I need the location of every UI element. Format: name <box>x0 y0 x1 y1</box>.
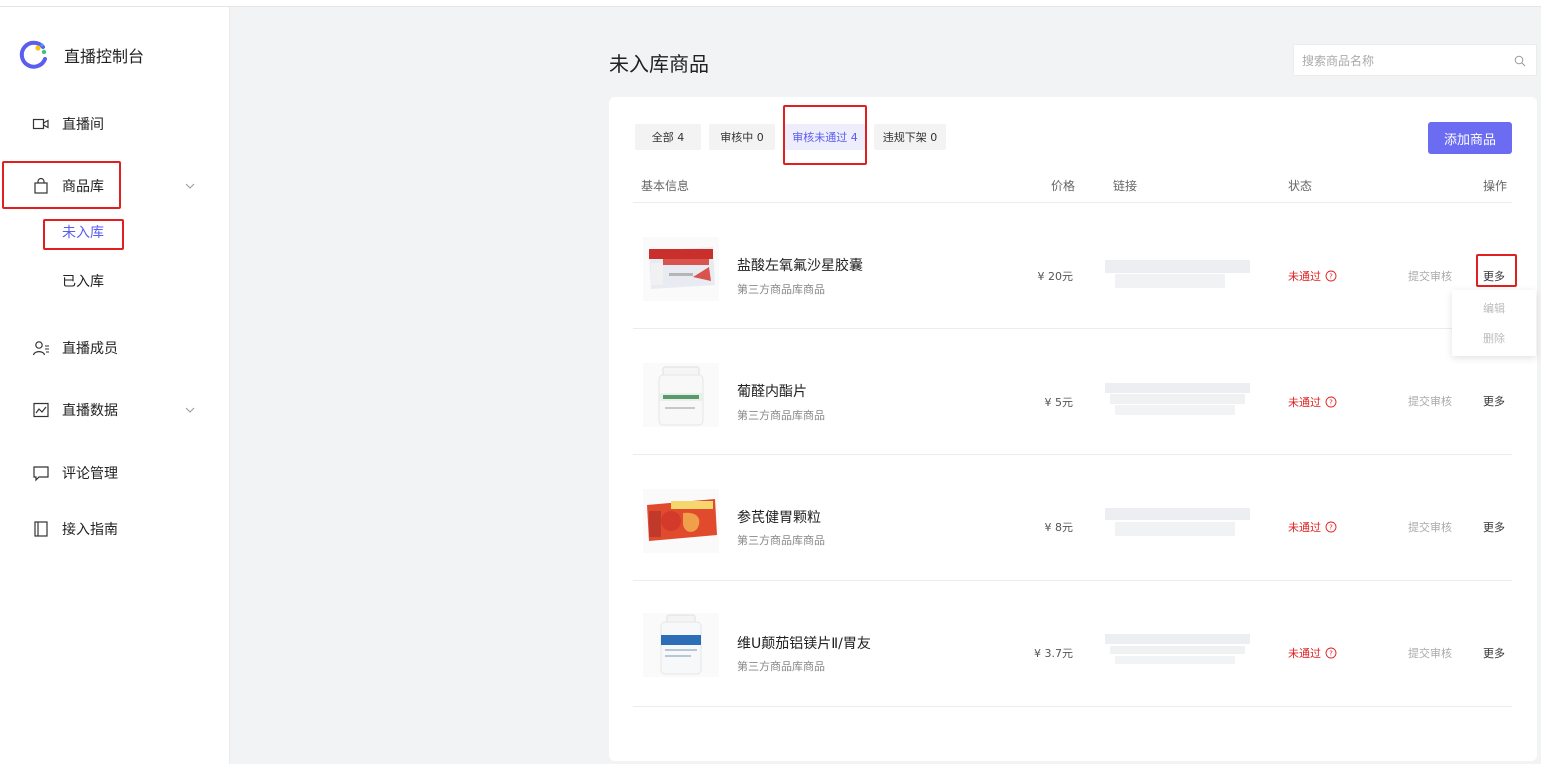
help-icon[interactable]: ? <box>1325 521 1337 533</box>
top-border <box>0 0 1541 7</box>
help-icon[interactable]: ? <box>1325 270 1337 282</box>
chevron-down-icon[interactable] <box>184 404 196 416</box>
help-icon[interactable]: ? <box>1325 396 1337 408</box>
sidebar-item-label: 直播成员 <box>62 341 118 357</box>
product-source: 第三方商品库商品 <box>737 283 825 296</box>
sidebar-item-guide[interactable]: 接入指南 <box>32 518 118 540</box>
status-label: 未通过 <box>1288 647 1321 660</box>
product-name[interactable]: 参芪健胃颗粒 <box>737 507 821 527</box>
status-rejected: 未通过 ? <box>1288 519 1337 535</box>
status-rejected: 未通过 ? <box>1288 645 1337 661</box>
more-button[interactable]: 更多 <box>1483 268 1505 284</box>
search-input[interactable] <box>1302 53 1502 69</box>
sidebar-subitem-not-stocked[interactable]: 未入库 <box>62 222 104 244</box>
product-image <box>643 363 719 427</box>
menu-item-delete[interactable]: 删除 <box>1452 330 1536 346</box>
sidebar-item-label: 直播数据 <box>62 403 118 419</box>
submit-review-button[interactable]: 提交审核 <box>1408 393 1452 409</box>
status-label: 未通过 <box>1288 521 1321 534</box>
menu-item-edit[interactable]: 编辑 <box>1452 300 1536 316</box>
chevron-down-icon[interactable] <box>184 180 196 192</box>
product-price: ¥ 8元 <box>1044 521 1074 534</box>
more-button[interactable]: 更多 <box>1483 519 1505 535</box>
submit-review-button[interactable]: 提交审核 <box>1408 519 1452 535</box>
status-rejected: 未通过 ? <box>1288 394 1337 410</box>
product-source: 第三方商品库商品 <box>737 534 825 547</box>
table-row: 维U颠茄铝镁片Ⅱ/胃友 第三方商品库商品 ¥ 3.7元 未通过 ? 提交审核 更… <box>633 581 1512 707</box>
shopping-bag-icon <box>32 177 50 195</box>
product-price: ¥ 5元 <box>1044 396 1074 409</box>
product-image <box>643 489 719 553</box>
column-header-basic-info: 基本信息 <box>641 179 690 193</box>
sidebar-item-label: 直播间 <box>62 117 104 133</box>
sidebar: 直播控制台 直播间 商品库 未入库 已入库 直播成员 直播数据 评论管理 接入指… <box>0 7 230 764</box>
product-name[interactable]: 盐酸左氧氟沙星胶囊 <box>737 255 863 275</box>
column-header-actions: 操作 <box>1483 179 1508 193</box>
sidebar-item-product-library[interactable]: 商品库 <box>32 175 104 197</box>
table-header: 基本信息 价格 链接 状态 操作 <box>633 171 1512 203</box>
sidebar-item-comments[interactable]: 评论管理 <box>32 462 118 484</box>
more-button[interactable]: 更多 <box>1483 645 1505 661</box>
product-name[interactable]: 维U颠茄铝镁片Ⅱ/胃友 <box>737 633 871 653</box>
sidebar-item-label: 接入指南 <box>62 522 118 538</box>
product-link-blurred <box>1105 260 1250 288</box>
product-price: ¥ 20元 <box>1037 270 1074 283</box>
product-link-blurred <box>1105 634 1250 664</box>
table-row: 盐酸左氧氟沙星胶囊 第三方商品库商品 ¥ 20元 未通过 ? 提交审核 更多 <box>633 203 1512 329</box>
product-price: ¥ 3.7元 <box>1034 647 1073 660</box>
data-chart-icon <box>32 401 50 419</box>
tab-rejected[interactable]: 审核未通过 4 <box>785 124 865 150</box>
sidebar-item-live-data[interactable]: 直播数据 <box>32 399 118 421</box>
product-source: 第三方商品库商品 <box>737 660 825 673</box>
brand-title: 直播控制台 <box>64 47 145 66</box>
help-icon[interactable]: ? <box>1325 647 1337 659</box>
status-label: 未通过 <box>1288 270 1321 283</box>
column-header-link: 链接 <box>1113 179 1138 193</box>
sidebar-item-label: 商品库 <box>62 179 104 195</box>
product-image <box>643 613 719 677</box>
column-header-price: 价格 <box>1051 179 1076 193</box>
status-label: 未通过 <box>1288 396 1321 409</box>
search-box[interactable] <box>1293 44 1537 76</box>
video-camera-icon <box>32 115 50 133</box>
svg-text:?: ? <box>1329 273 1333 281</box>
add-product-button[interactable]: 添加商品 <box>1428 122 1512 154</box>
submit-review-button[interactable]: 提交审核 <box>1408 645 1452 661</box>
tab-violation-removed[interactable]: 违规下架 0 <box>874 124 946 150</box>
page-title: 未入库商品 <box>609 52 709 76</box>
svg-text:?: ? <box>1329 650 1333 658</box>
comment-icon <box>32 464 50 482</box>
tab-all[interactable]: 全部 4 <box>635 124 701 150</box>
brand[interactable]: 直播控制台 <box>18 39 144 71</box>
product-panel: 全部 4 审核中 0 审核未通过 4 违规下架 0 添加商品 基本信息 价格 链… <box>609 97 1537 761</box>
product-link-blurred <box>1105 508 1250 536</box>
submit-review-button[interactable]: 提交审核 <box>1408 268 1452 284</box>
sidebar-item-label: 评论管理 <box>62 466 118 482</box>
tab-reviewing[interactable]: 审核中 0 <box>709 124 775 150</box>
status-rejected: 未通过 ? <box>1288 268 1337 284</box>
svg-text:?: ? <box>1329 399 1333 407</box>
sidebar-subitem-stocked[interactable]: 已入库 <box>62 271 104 293</box>
more-dropdown-menu: 编辑 删除 <box>1452 290 1536 356</box>
sidebar-item-live-room[interactable]: 直播间 <box>32 113 104 135</box>
table-row: 葡醛内酯片 第三方商品库商品 ¥ 5元 未通过 ? 提交审核 更多 <box>633 329 1512 455</box>
table-row: 参芪健胃颗粒 第三方商品库商品 ¥ 8元 未通过 ? 提交审核 更多 <box>633 455 1512 581</box>
sidebar-item-members[interactable]: 直播成员 <box>32 337 118 359</box>
product-name[interactable]: 葡醛内酯片 <box>737 381 807 401</box>
brand-logo-icon <box>18 39 50 71</box>
column-header-status: 状态 <box>1288 179 1313 193</box>
search-icon[interactable] <box>1514 55 1526 67</box>
product-image <box>643 237 719 301</box>
product-source: 第三方商品库商品 <box>737 409 825 422</box>
more-button[interactable]: 更多 <box>1483 393 1505 409</box>
members-icon <box>32 339 50 357</box>
product-link-blurred <box>1105 383 1250 415</box>
book-icon <box>32 520 50 538</box>
svg-text:?: ? <box>1329 524 1333 532</box>
